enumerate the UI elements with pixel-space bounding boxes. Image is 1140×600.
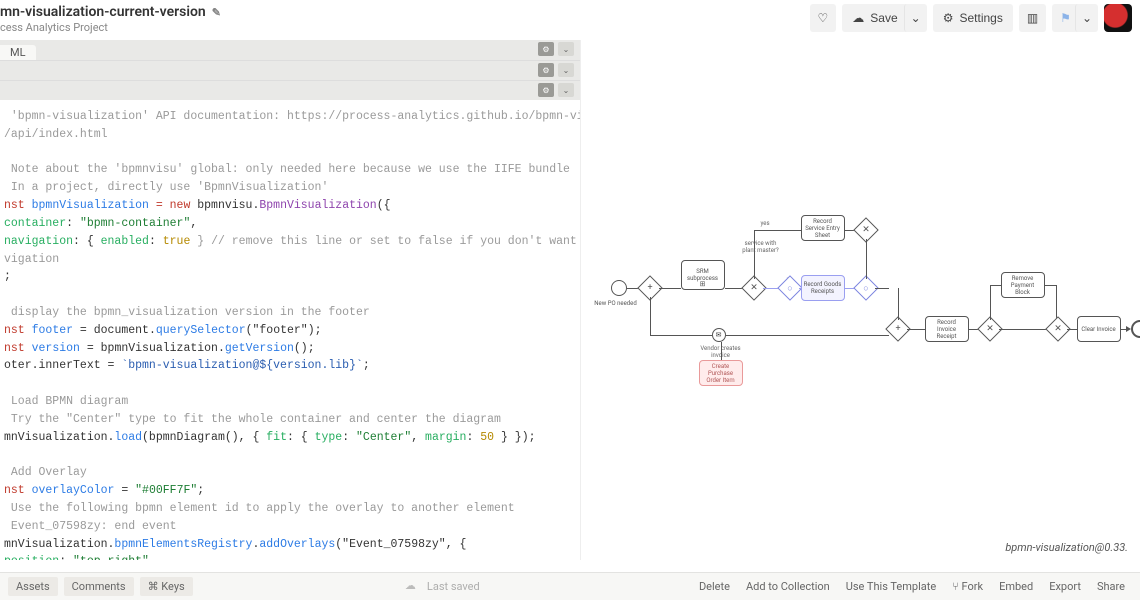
css-tab-row: ⚙ ⌄ xyxy=(0,60,580,80)
use-template-button[interactable]: Use This Template xyxy=(839,577,943,596)
add-collection-button[interactable]: Add to Collection xyxy=(739,577,837,596)
cloud-icon: ☁ xyxy=(852,11,864,25)
export-button[interactable]: Export xyxy=(1042,577,1088,596)
task-record-invoice: Record Invoice Receipt xyxy=(925,316,969,342)
layout-button[interactable]: ▥ xyxy=(1019,4,1046,32)
edit-title-icon[interactable]: ✎ xyxy=(212,6,221,19)
save-options-button[interactable]: ⌄ xyxy=(904,4,927,32)
embed-button[interactable]: Embed xyxy=(992,577,1040,596)
statusbar: Assets Comments ⌘ Keys ☁ Last saved Dele… xyxy=(0,572,1140,600)
topbar: mn-visualization-current-version ✎ cess … xyxy=(0,0,1140,40)
settings-button[interactable]: ⚙ Settings xyxy=(933,4,1013,32)
bpmn-container[interactable]: New PO needed SRM subprocess service wit… xyxy=(581,40,1140,560)
comments-button[interactable]: Comments xyxy=(64,577,134,596)
pin-options-button[interactable]: ⌄ xyxy=(1075,4,1098,32)
pane-settings-icon[interactable]: ⚙ xyxy=(538,83,554,97)
pane-collapse-icon[interactable]: ⌄ xyxy=(558,63,574,77)
task-service-sheet: Record Service Entry Sheet xyxy=(801,215,845,241)
start-event xyxy=(611,280,627,296)
end-event xyxy=(1131,320,1140,338)
html-tab-row: ML ⚙ ⌄ xyxy=(0,40,580,60)
task-clear-invoice: Clear Invoice xyxy=(1077,316,1121,342)
title-area: mn-visualization-current-version ✎ cess … xyxy=(0,4,221,34)
gear-icon: ⚙ xyxy=(943,11,954,25)
tab-html[interactable]: ML xyxy=(0,45,36,60)
avatar[interactable] xyxy=(1104,4,1132,32)
like-button[interactable]: ♡ xyxy=(810,4,837,32)
js-tab-row: ⚙ ⌄ xyxy=(0,80,580,100)
pane-settings-icon[interactable]: ⚙ xyxy=(538,63,554,77)
share-button[interactable]: Share xyxy=(1090,577,1132,596)
editor-pane: ML ⚙ ⌄ ⚙ ⌄ ⚙ ⌄ 'bpmn-visualization' API … xyxy=(0,40,580,560)
label-yes: yes xyxy=(761,220,770,227)
pane-collapse-icon[interactable]: ⌄ xyxy=(558,83,574,97)
project-subtitle[interactable]: cess Analytics Project xyxy=(0,21,221,34)
gateway-service-label: service with plant master? xyxy=(731,240,791,254)
keys-button[interactable]: ⌘ Keys xyxy=(140,577,193,596)
fork-button[interactable]: ⑂ Fork xyxy=(945,577,990,596)
task-remove-block: Remove Payment Block xyxy=(1001,272,1045,298)
task-record-goods: Record Goods Receipts xyxy=(801,275,845,301)
pane-collapse-icon[interactable]: ⌄ xyxy=(558,42,574,56)
bpmn-diagram: New PO needed SRM subprocess service wit… xyxy=(601,190,1121,410)
pen-title[interactable]: mn-visualization-current-version xyxy=(0,4,206,21)
assets-button[interactable]: Assets xyxy=(8,577,58,596)
chevron-down-icon: ⌄ xyxy=(1082,11,1092,25)
main: ML ⚙ ⌄ ⚙ ⌄ ⚙ ⌄ 'bpmn-visualization' API … xyxy=(0,40,1140,560)
top-actions: ♡ ☁ Save ⌄ ⚙ Settings ▥ ⚑ ⌄ xyxy=(810,4,1132,32)
task-srm-subprocess: SRM subprocess xyxy=(681,260,725,290)
pane-settings-icon[interactable]: ⚙ xyxy=(538,42,554,56)
start-event-label: New PO needed xyxy=(591,300,641,307)
delete-button[interactable]: Delete xyxy=(692,577,737,596)
cloud-status-icon: ☁ xyxy=(405,579,421,595)
task-create-po: Create Purchase Order Item xyxy=(699,360,743,386)
preview-pane: New PO needed SRM subprocess service wit… xyxy=(580,40,1140,560)
last-saved-label: Last saved xyxy=(427,580,480,593)
intermediate-event: ✉ xyxy=(712,328,726,342)
save-button[interactable]: ☁ Save xyxy=(842,4,907,32)
chevron-down-icon: ⌄ xyxy=(911,11,921,25)
code-editor[interactable]: 'bpmn-visualization' API documentation: … xyxy=(0,100,580,560)
footer-version: bpmn-visualization@0.33. xyxy=(1005,541,1128,554)
